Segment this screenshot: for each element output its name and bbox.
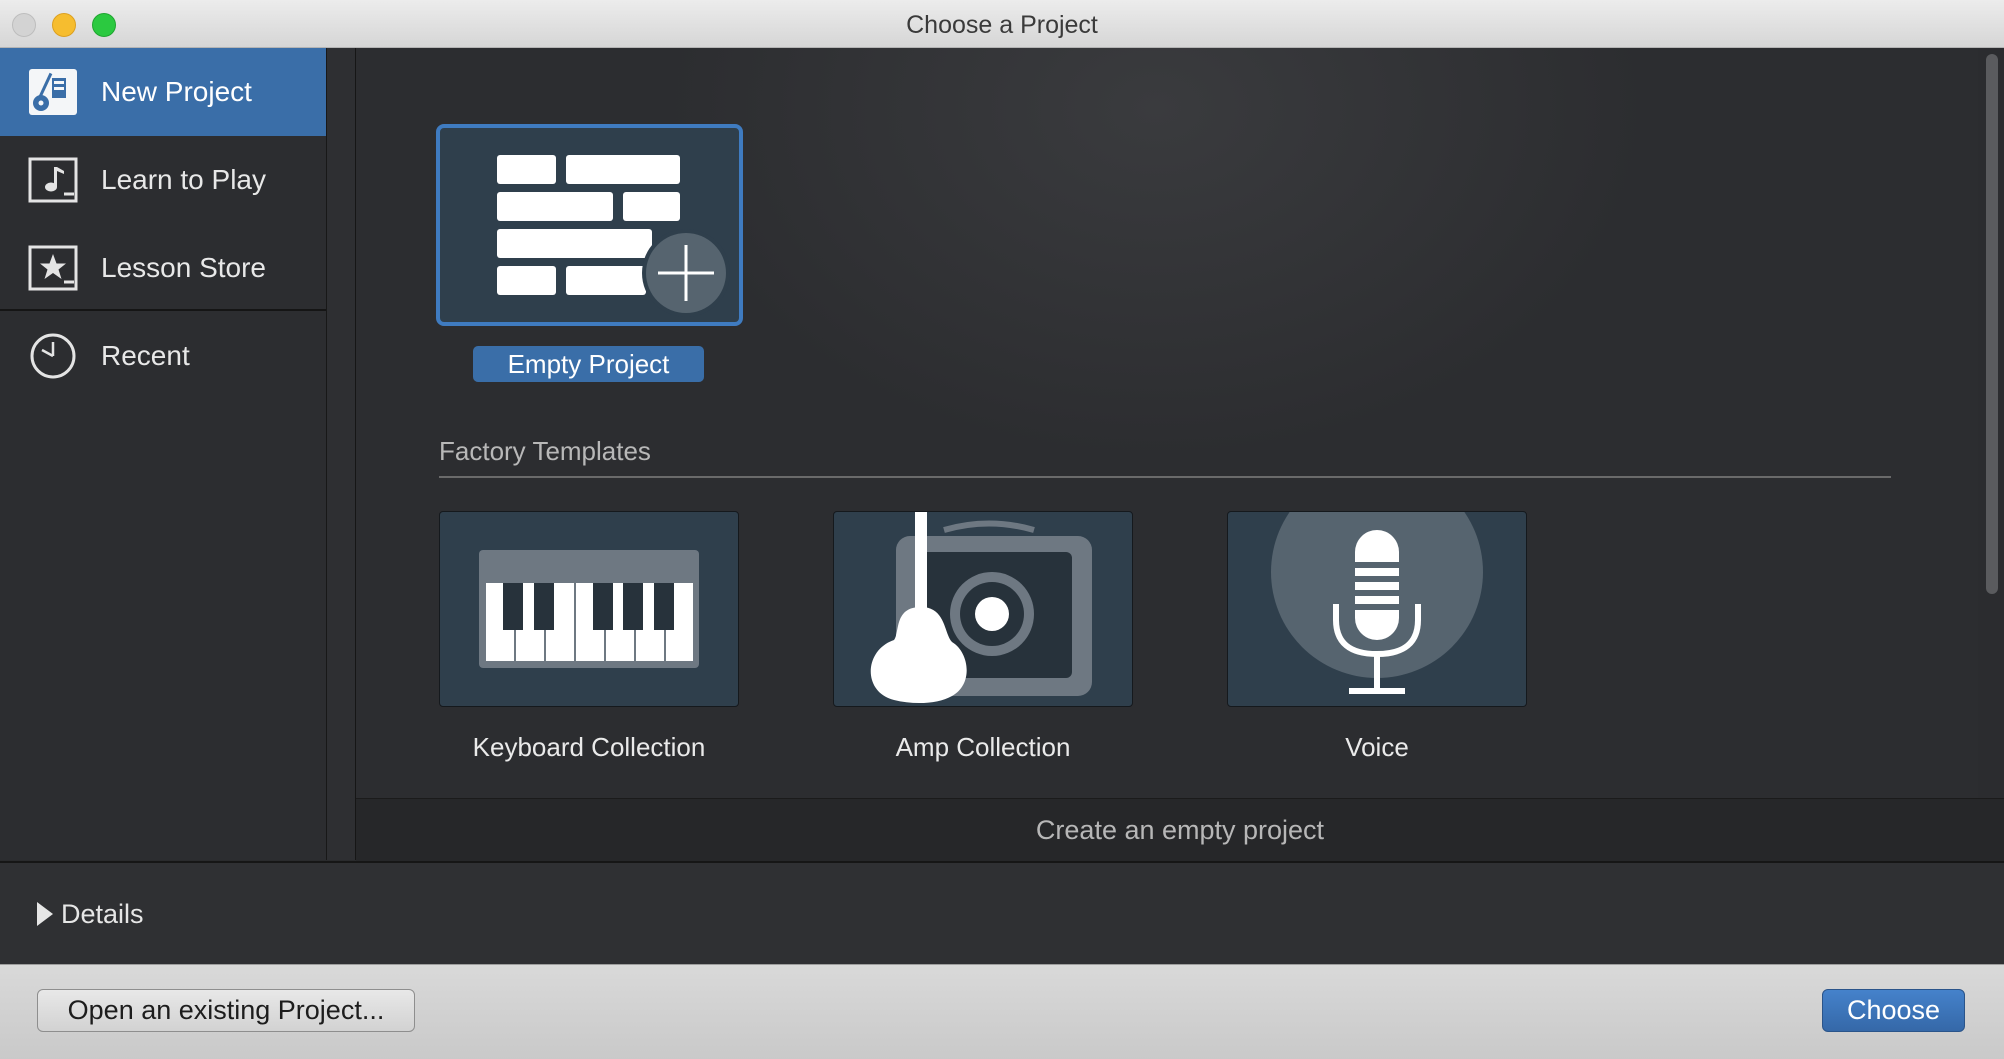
template-label: Keyboard Collection <box>472 732 706 762</box>
sidebar-separator <box>0 309 326 311</box>
title-bar: Choose a Project <box>0 0 2004 48</box>
sidebar: New Project Learn to Play Lesson Store R… <box>0 48 327 860</box>
vertical-scrollbar[interactable] <box>1978 48 2004 798</box>
section-divider <box>439 476 1891 478</box>
template-keyboard-collection[interactable] <box>439 511 739 707</box>
template-label: Voice <box>1345 732 1409 762</box>
template-amp-collection[interactable] <box>833 511 1133 707</box>
template-voice[interactable] <box>1227 511 1527 707</box>
window-title: Choose a Project <box>906 11 1098 39</box>
choose-project-window: Choose a Project New Project Learn to Pl… <box>0 0 2004 1059</box>
sidebar-item-label: Learn to Play <box>101 164 266 195</box>
clock-icon <box>30 333 76 379</box>
sidebar-divider[interactable] <box>327 48 356 860</box>
footer-bar: Open an existing Project... Choose <box>0 964 2004 1059</box>
empty-project-tile[interactable] <box>436 124 743 326</box>
sidebar-item-label: New Project <box>101 76 252 107</box>
description-bar: Create an empty project <box>356 798 2004 861</box>
scrollbar-thumb[interactable] <box>1986 54 1998 594</box>
section-title: Factory Templates <box>439 436 651 466</box>
sidebar-item-new-project[interactable]: New Project <box>0 48 326 136</box>
empty-project-label[interactable]: Empty Project <box>473 346 704 382</box>
details-panel: Details <box>0 861 2004 966</box>
disclosure-triangle-icon[interactable] <box>37 902 53 926</box>
keyboard-icon <box>479 550 699 668</box>
open-existing-project-button[interactable]: Open an existing Project... <box>37 989 415 1032</box>
microphone-icon <box>1271 512 1483 694</box>
sidebar-item-lesson-store[interactable]: Lesson Store <box>0 224 326 312</box>
sidebar-item-label: Lesson Store <box>101 252 266 283</box>
sidebar-item-recent[interactable]: Recent <box>0 312 326 400</box>
sidebar-item-learn-to-play[interactable]: Learn to Play <box>0 136 326 224</box>
guitar-amp-icon <box>870 512 1092 704</box>
music-note-icon <box>28 157 78 203</box>
new-project-icon <box>29 69 77 115</box>
template-label: Amp Collection <box>895 732 1071 762</box>
description-text: Create an empty project <box>1035 815 1325 845</box>
star-icon <box>28 245 78 291</box>
sidebar-item-label: Recent <box>101 340 190 371</box>
empty-project-icon <box>497 155 730 317</box>
choose-button[interactable]: Choose <box>1822 989 1965 1032</box>
details-toggle[interactable]: Details <box>61 863 144 966</box>
